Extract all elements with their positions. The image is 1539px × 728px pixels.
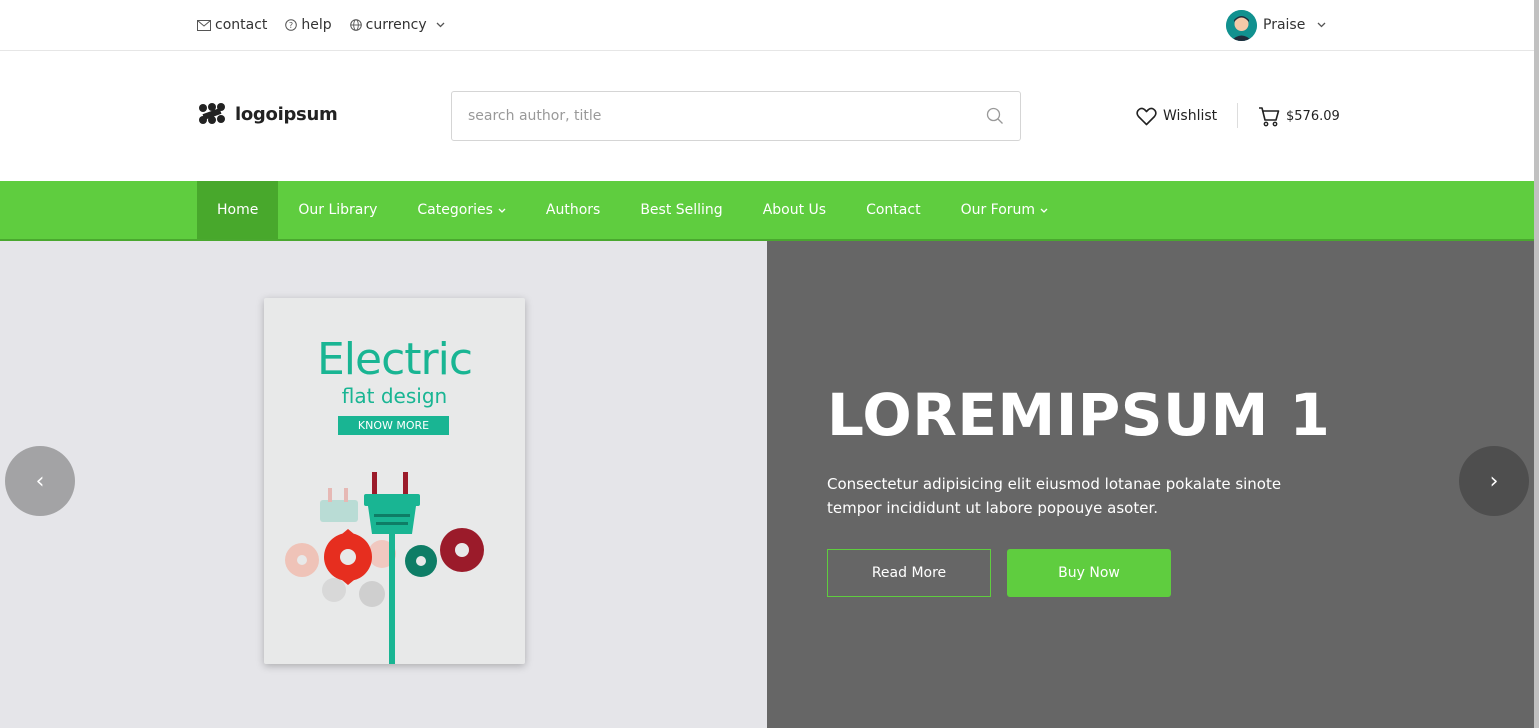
logo-mark-icon (199, 103, 225, 124)
envelope-icon (197, 19, 211, 31)
chevron-right-icon: › (1489, 468, 1499, 494)
cart-link[interactable]: $576.09 (1258, 104, 1340, 128)
nav-item-our-library[interactable]: Our Library (278, 181, 397, 239)
search-input[interactable] (452, 92, 970, 140)
search-box (451, 91, 1021, 141)
chevron-left-icon: ‹ (35, 468, 45, 494)
nav-item-categories[interactable]: Categories (397, 181, 525, 239)
main-nav: Home Our Library Categories Authors Best… (0, 181, 1534, 241)
search-button[interactable] (970, 107, 1020, 125)
hero-text-panel: LOREMIPSUM 1 Consectetur adipisicing eli… (767, 241, 1534, 728)
help-link[interactable]: ? help (285, 17, 332, 33)
nav-label: Our Library (298, 202, 378, 218)
hero-image-panel: Electric flat design KNOW MORE (0, 241, 767, 728)
heart-icon (1136, 107, 1157, 125)
nav-item-home[interactable]: Home (197, 181, 279, 239)
page-scrollbar[interactable] (1534, 0, 1539, 728)
wishlist-label: Wishlist (1163, 108, 1218, 124)
nav-label: Categories (417, 202, 493, 218)
slider-prev-button[interactable]: ‹ (5, 446, 75, 516)
globe-icon (349, 19, 362, 31)
hero-description: Consectetur adipisicing elit eiusmod lot… (827, 475, 1282, 517)
header-divider (1237, 103, 1238, 128)
chevron-down-icon (1040, 208, 1048, 213)
chevron-down-icon (436, 22, 445, 28)
nav-label: Home (217, 202, 259, 218)
shopping-cart-icon (1259, 106, 1280, 126)
avatar (1226, 9, 1257, 41)
user-avatar-icon (1226, 9, 1257, 41)
nav-item-our-forum[interactable]: Our Forum (941, 181, 1068, 239)
chevron-down-icon (498, 208, 506, 213)
chevron-down-icon (1317, 22, 1326, 28)
buy-now-button[interactable]: Buy Now (1007, 549, 1171, 597)
book-cover[interactable]: Electric flat design KNOW MORE (264, 298, 525, 664)
slider-next-button[interactable]: › (1459, 446, 1529, 516)
svg-text:?: ? (289, 21, 293, 30)
user-name: Praise (1263, 17, 1306, 33)
hero-title: LOREMIPSUM 1 (827, 381, 1331, 449)
wishlist-link[interactable]: Wishlist (1136, 104, 1217, 128)
book-know-more: KNOW MORE (338, 416, 449, 435)
book-title: Electric (316, 334, 473, 385)
user-menu[interactable]: Praise (1226, 0, 1326, 50)
logo[interactable]: logoipsum (197, 101, 338, 127)
logo-text: logoipsum (235, 103, 338, 125)
nav-label: Best Selling (640, 202, 723, 218)
nav-label: Contact (866, 202, 921, 218)
nav-item-contact[interactable]: Contact (846, 181, 940, 239)
nav-label: About Us (762, 202, 827, 218)
contact-link[interactable]: contact (197, 17, 267, 33)
nav-item-authors[interactable]: Authors (526, 181, 620, 239)
nav-item-best-selling[interactable]: Best Selling (620, 181, 742, 239)
nav-item-about-us[interactable]: About Us (743, 181, 846, 239)
scrollbar-thumb[interactable] (1534, 0, 1539, 728)
search-icon (986, 107, 1003, 124)
currency-label: currency (365, 17, 427, 33)
hero-slider: Electric flat design KNOW MORE LOREMIPSU… (0, 241, 1534, 728)
plug-gears-illustration (285, 472, 484, 664)
question-circle-icon: ? (285, 19, 298, 31)
top-bar-left: contact ? help currency (197, 0, 467, 50)
read-more-button[interactable]: Read More (827, 549, 991, 597)
book-subtitle: flat design (341, 384, 448, 408)
help-label: help (301, 17, 332, 33)
top-bar: contact ? help currency Praise (0, 0, 1539, 51)
cart-total: $576.09 (1286, 108, 1340, 124)
contact-label: contact (215, 17, 268, 33)
nav-label: Our Forum (960, 202, 1036, 218)
nav-label: Authors (545, 202, 601, 218)
currency-dropdown[interactable]: currency (349, 17, 449, 33)
